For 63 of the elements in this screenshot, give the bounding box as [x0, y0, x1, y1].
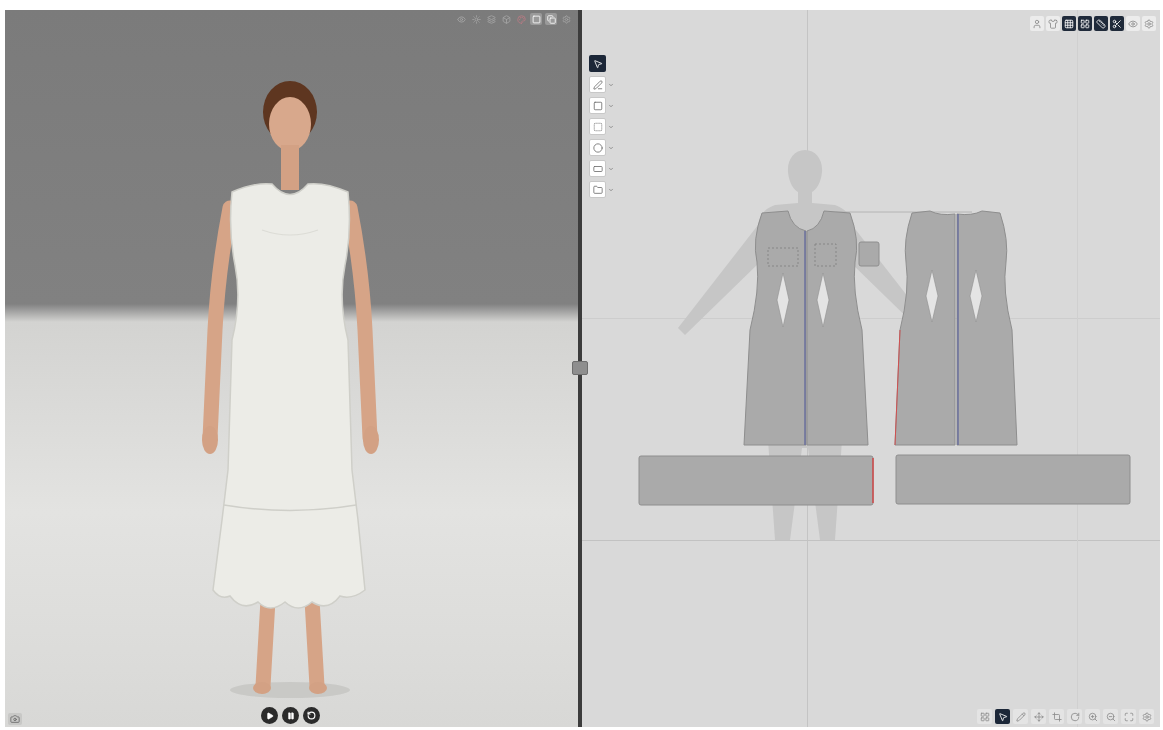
pattern-piece[interactable]	[894, 210, 956, 446]
expand-icon	[1123, 711, 1134, 722]
view-tool-button[interactable]	[1094, 16, 1108, 31]
rectangle-icon	[592, 100, 603, 111]
pattern-piece[interactable]	[895, 454, 1131, 505]
splitter-handle[interactable]	[572, 361, 588, 375]
caret-icon[interactable]	[608, 144, 614, 151]
copy-icon	[546, 14, 556, 24]
reset-icon	[307, 711, 316, 720]
eye-icon	[1128, 18, 1138, 29]
palette-icon	[516, 14, 526, 24]
pattern-piece[interactable]	[806, 210, 869, 446]
view-tool-button[interactable]	[1062, 16, 1076, 31]
zoom-in-icon	[1087, 711, 1098, 722]
crop-icon	[1051, 711, 1062, 722]
gear-icon	[1144, 18, 1154, 29]
drawing-tool-button[interactable]	[589, 55, 606, 72]
pointer-icon	[592, 58, 603, 69]
eye-icon	[456, 14, 466, 24]
move-icon	[1033, 711, 1044, 722]
gear-icon	[1141, 711, 1152, 722]
rotate-icon	[1069, 711, 1080, 722]
reset-button[interactable]	[303, 707, 320, 724]
grid-icon	[979, 711, 990, 722]
gear-icon	[561, 14, 571, 24]
square-icon	[531, 14, 541, 24]
view-tool-button[interactable]	[1078, 16, 1092, 31]
camera-button[interactable]	[8, 713, 22, 725]
pattern-piece[interactable]	[956, 210, 1018, 446]
person-icon	[1032, 18, 1042, 29]
caret-icon[interactable]	[608, 123, 614, 130]
caret-icon[interactable]	[608, 186, 614, 193]
dashed-square-icon	[592, 121, 603, 132]
camera-icon	[10, 714, 20, 724]
layers-icon	[486, 14, 496, 24]
zoom-out-icon	[1105, 711, 1116, 722]
canvas-tool-button[interactable]	[995, 709, 1010, 724]
caret-icon[interactable]	[608, 102, 614, 109]
pattern-piece[interactable]	[743, 210, 807, 446]
pause-icon	[286, 711, 295, 720]
sun-icon	[471, 14, 481, 24]
pause-button[interactable]	[282, 707, 299, 724]
scissors-icon	[1112, 18, 1122, 29]
cube-icon	[501, 14, 511, 24]
wide-rectangle-icon	[592, 163, 603, 174]
pen-icon	[592, 79, 603, 90]
play-icon	[265, 711, 274, 720]
ruler-icon	[1096, 18, 1106, 29]
caret-icon[interactable]	[608, 81, 614, 88]
shirt-icon	[1048, 18, 1058, 29]
folder-icon	[592, 184, 603, 195]
3d-viewport[interactable]	[5, 10, 578, 727]
pencil-icon	[1015, 711, 1026, 722]
caret-icon[interactable]	[608, 165, 614, 172]
grid-icon	[1064, 18, 1074, 29]
view-tool-button[interactable]	[1110, 16, 1124, 31]
tiles-icon	[1080, 18, 1090, 29]
play-button[interactable]	[261, 707, 278, 724]
pattern-piece[interactable]	[638, 455, 874, 506]
circle-icon	[592, 142, 603, 153]
drawing-tool-button[interactable]	[589, 160, 606, 177]
pattern-piece[interactable]	[858, 241, 880, 267]
pointer-icon	[997, 711, 1008, 722]
